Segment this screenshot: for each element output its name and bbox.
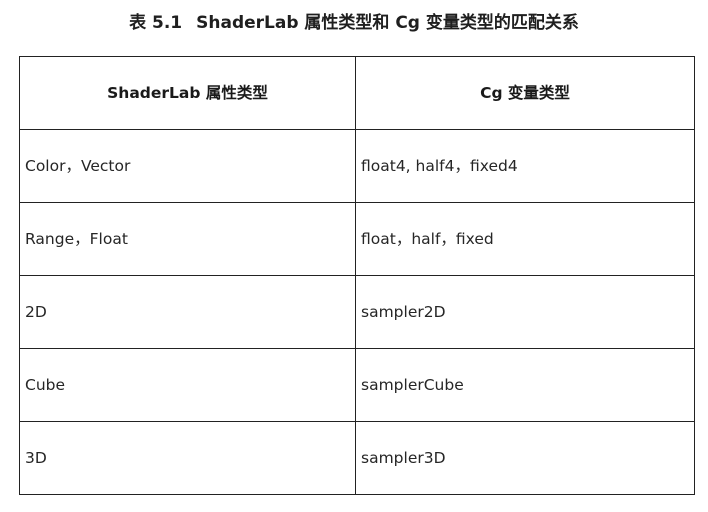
shaderlab-type-cell: Cube — [19, 348, 356, 422]
table-caption: 表 5.1 ShaderLab 属性类型和 Cg 变量类型的匹配关系 — [0, 8, 708, 33]
type-mapping-table: ShaderLab 属性类型 Cg 变量类型 Color，Vector floa… — [19, 56, 695, 495]
table-number: 表 5.1 — [129, 13, 183, 33]
shaderlab-type-cell: 2D — [19, 275, 356, 349]
shaderlab-type-cell: Color，Vector — [19, 129, 356, 203]
header-cg-variable-type: Cg 变量类型 — [355, 56, 695, 130]
table-row: Cube samplerCube — [19, 348, 695, 422]
cg-type-cell: float4, half4，fixed4 — [355, 129, 695, 203]
table-row: 2D sampler2D — [19, 275, 695, 349]
table-row: Color，Vector float4, half4，fixed4 — [19, 129, 695, 203]
table-title: ShaderLab 属性类型和 Cg 变量类型的匹配关系 — [196, 13, 579, 33]
header-shaderlab-property-type: ShaderLab 属性类型 — [19, 56, 356, 130]
cg-type-cell: samplerCube — [355, 348, 695, 422]
table-row: 3D sampler3D — [19, 421, 695, 495]
shaderlab-type-cell: 3D — [19, 421, 356, 495]
cg-type-cell: float，half，fixed — [355, 202, 695, 276]
cg-type-cell: sampler2D — [355, 275, 695, 349]
table-header-row: ShaderLab 属性类型 Cg 变量类型 — [19, 56, 695, 130]
cg-type-cell: sampler3D — [355, 421, 695, 495]
shaderlab-type-cell: Range，Float — [19, 202, 356, 276]
table-row: Range，Float float，half，fixed — [19, 202, 695, 276]
